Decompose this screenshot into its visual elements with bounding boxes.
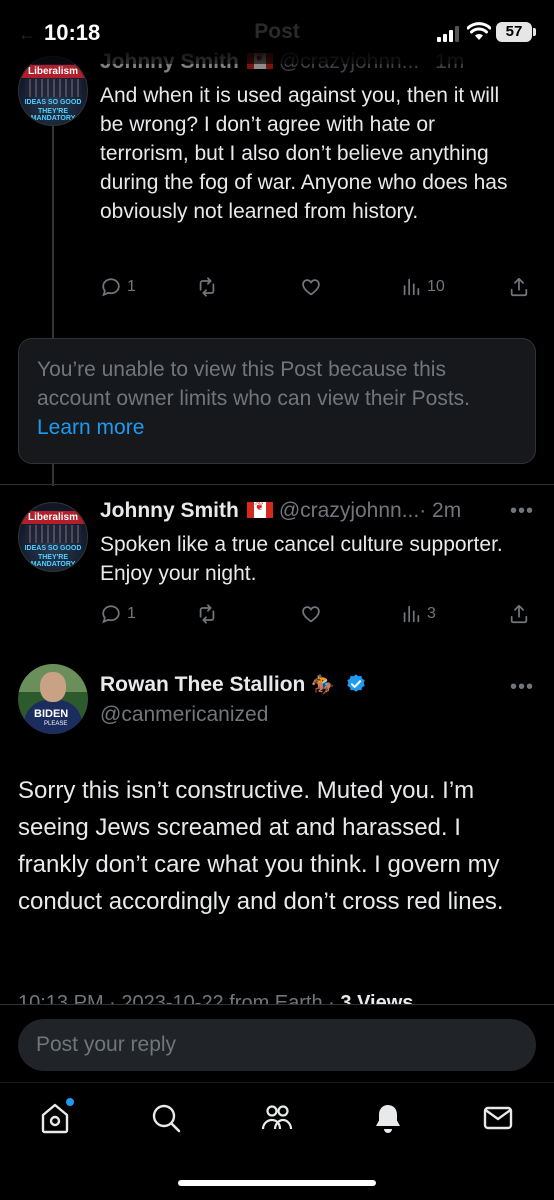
cellular-signal-icon: [437, 26, 459, 42]
divider: [0, 484, 554, 485]
learn-more-link[interactable]: Learn more: [37, 416, 144, 439]
more-options-icon[interactable]: •••: [510, 676, 534, 699]
status-time: 10:18: [44, 20, 101, 45]
post-header: Johnny Smith @crazyjohnn...· 2m: [100, 499, 461, 523]
reply-button[interactable]: 1: [100, 601, 136, 627]
post-header: Rowan Thee Stallion 🏇: [100, 673, 367, 697]
post-actions: 1 3: [100, 601, 534, 627]
author-name[interactable]: Johnny Smith: [100, 499, 239, 522]
like-icon: [302, 279, 320, 296]
reply-count: 1: [127, 278, 136, 295]
restricted-message: You’re unable to view this Post because …: [37, 358, 471, 410]
bell-icon: [376, 1105, 400, 1133]
repost-button[interactable]: [196, 274, 218, 300]
tab-communities[interactable]: [260, 1101, 294, 1135]
battery-icon: 57: [496, 22, 532, 42]
wifi-icon: [467, 22, 491, 40]
author-handle: @crazyjohnn...: [278, 499, 420, 522]
home-icon: [41, 1103, 69, 1134]
tab-home[interactable]: [38, 1098, 74, 1135]
thread-line: [52, 464, 54, 486]
reply-icon: [102, 605, 120, 624]
verified-badge-icon: [347, 674, 365, 692]
reply-icon: [102, 278, 120, 297]
post-text: Spoken like a true cancel culture suppor…: [100, 533, 503, 585]
views-button[interactable]: 10: [400, 274, 445, 300]
repost-button[interactable]: [196, 601, 218, 627]
canada-flag-icon: [246, 500, 273, 518]
home-indicator: [178, 1180, 376, 1186]
share-button[interactable]: [508, 601, 530, 627]
like-button[interactable]: [300, 601, 322, 627]
reply-input[interactable]: Post your reply: [18, 1019, 536, 1071]
views-count: 3: [427, 605, 436, 622]
views-icon: [403, 605, 420, 623]
search-icon: [152, 1104, 181, 1133]
avatar[interactable]: Liberalism IDEAS SO GOOD THEY'RE MANDATO…: [18, 502, 88, 572]
tab-messages[interactable]: [481, 1101, 515, 1135]
tab-notifications[interactable]: [371, 1101, 405, 1135]
like-button[interactable]: [300, 274, 322, 300]
reply-composer: Post your reply: [0, 1004, 554, 1082]
views-count: 10: [427, 278, 445, 295]
communities-icon: [261, 1105, 293, 1130]
post-actions: 1 10: [100, 274, 534, 300]
main-post-text: Sorry this isn’t constructive. Muted you…: [18, 777, 504, 915]
like-icon: [302, 606, 320, 623]
post-time: · 2m: [419, 499, 462, 522]
share-icon: [510, 277, 528, 297]
views-button[interactable]: 3: [400, 601, 436, 627]
mail-icon: [483, 1106, 513, 1130]
more-options-icon[interactable]: •••: [510, 500, 534, 523]
author-handle: @canmericanized: [100, 703, 269, 726]
status-bar: ← Post 10:18 57: [0, 0, 554, 64]
reply-button[interactable]: 1: [100, 274, 136, 300]
avatar[interactable]: BIDEN PLEASE: [18, 664, 88, 734]
notification-dot: [66, 1098, 74, 1106]
restricted-post-notice: You’re unable to view this Post because …: [18, 338, 536, 464]
author-name[interactable]: Rowan Thee Stallion: [100, 673, 305, 696]
avatar[interactable]: Liberalism IDEAS SO GOOD THEY'RE MANDATO…: [18, 56, 88, 126]
views-icon: [403, 278, 420, 296]
share-icon: [510, 604, 528, 624]
horse-racing-emoji: 🏇: [311, 675, 336, 696]
repost-icon: [199, 604, 215, 624]
reply-count: 1: [127, 605, 136, 622]
tab-search[interactable]: [149, 1101, 183, 1135]
repost-icon: [199, 277, 215, 297]
share-button[interactable]: [508, 274, 530, 300]
post-text: And when it is used against you, then it…: [100, 84, 508, 223]
